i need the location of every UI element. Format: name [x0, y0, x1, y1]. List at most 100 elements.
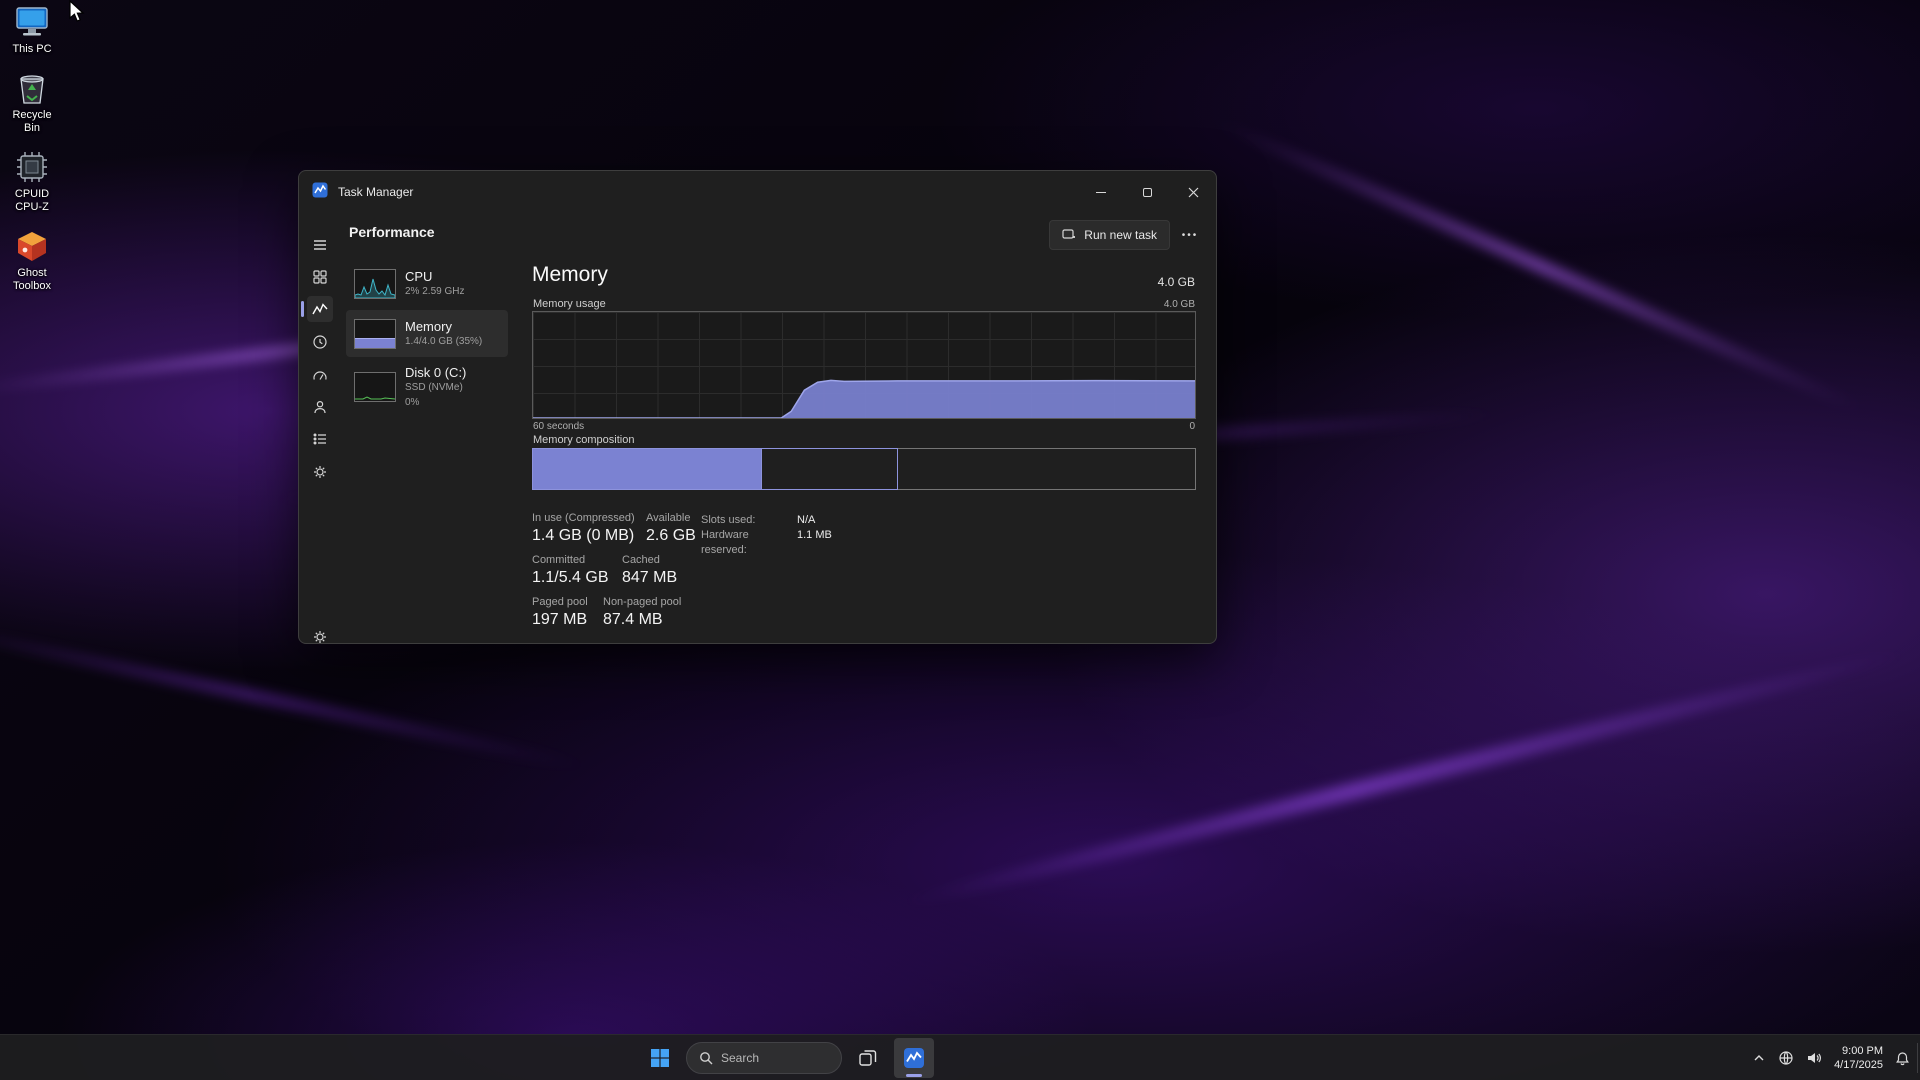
x-axis-right-label: 0: [1189, 421, 1195, 432]
memory-usage-axis-max: 4.0 GB: [1164, 299, 1195, 310]
memory-composition-bar[interactable]: [532, 448, 1196, 490]
stat-in-use: In use (Compressed) 1.4 GB (0 MB): [532, 511, 635, 543]
rail-item-performance[interactable]: [307, 296, 333, 322]
mouse-cursor: [68, 0, 86, 29]
tray-time: 9:00 PM: [1834, 1044, 1883, 1058]
window-titlebar[interactable]: Task Manager: [299, 171, 1216, 213]
sidebar-item-cpu[interactable]: CPU 2% 2.59 GHz: [346, 261, 508, 307]
desktop-icon-label: Recycle Bin: [3, 109, 61, 135]
this-pc-icon: [13, 4, 51, 40]
memory-panel-title: Memory: [532, 263, 608, 287]
desktop-icon-label: This PC: [12, 43, 51, 56]
grid-icon: [312, 269, 328, 285]
desktop-icon-label: Ghost Toolbox: [3, 267, 61, 293]
navigation-rail: [299, 213, 341, 643]
memory-panel: Memory 4.0 GB Memory usage 4.0 GB 60 sec…: [532, 213, 1197, 643]
taskbar: 9:00 PM 4/17/2025: [0, 1034, 1920, 1080]
rail-item-users[interactable]: [307, 394, 333, 420]
recycle-bin-icon: [13, 70, 51, 106]
ghost-toolbox-icon: [13, 228, 51, 264]
memory-mini-graph-fill: [355, 338, 395, 348]
window-title: Task Manager: [338, 185, 413, 199]
sidebar-disk-detail: SSD (NVMe): [405, 381, 466, 394]
memory-usage-area-chart: [533, 312, 1195, 418]
maximize-button[interactable]: [1124, 171, 1170, 213]
stat-nonpaged-pool: Non-paged pool 87.4 MB: [603, 595, 681, 627]
rail-item-details[interactable]: [307, 426, 333, 452]
sidebar-memory-detail: 1.4/4.0 GB (35%): [405, 335, 482, 348]
maximize-icon: [1143, 188, 1152, 197]
tray-date: 4/17/2025: [1834, 1058, 1883, 1072]
task-view-icon: [858, 1048, 878, 1068]
task-manager-app-icon: [312, 182, 328, 203]
bell-icon: [1895, 1051, 1910, 1066]
taskbar-item-task-manager[interactable]: [894, 1038, 934, 1078]
composition-segment-standby: [762, 448, 898, 490]
rail-item-services[interactable]: [307, 459, 333, 485]
hamburger-icon: [312, 237, 328, 253]
notifications-button[interactable]: [1895, 1051, 1910, 1066]
rail-item-startup-apps[interactable]: [307, 362, 333, 388]
wallpaper-streak: [894, 643, 1917, 913]
search-input[interactable]: [721, 1051, 821, 1065]
stat-committed: Committed 1.1/5.4 GB: [532, 553, 609, 585]
composition-segment-free: [898, 448, 1196, 490]
rail-item-processes[interactable]: [307, 264, 333, 290]
people-icon: [312, 399, 328, 415]
close-icon: [1188, 187, 1199, 198]
sidebar-item-disk0[interactable]: Disk 0 (C:) SSD (NVMe) 0%: [346, 361, 508, 413]
memory-total: 4.0 GB: [1158, 275, 1195, 289]
windows-logo-icon: [650, 1048, 670, 1068]
navigation-menu-button[interactable]: [307, 232, 333, 258]
taskbar-search[interactable]: [686, 1042, 842, 1074]
rail-item-settings[interactable]: [307, 624, 333, 644]
memory-composition-label: Memory composition: [533, 434, 634, 446]
close-button[interactable]: [1170, 171, 1216, 213]
stat-available: Available 2.6 GB: [646, 511, 696, 543]
task-manager-window: Task Manager: [298, 170, 1217, 644]
cpu-z-icon: [13, 149, 51, 185]
history-clock-icon: [312, 334, 328, 350]
speaker-icon: [1806, 1050, 1822, 1066]
disk-mini-graph: [354, 372, 396, 402]
network-globe-icon: [1778, 1050, 1794, 1066]
memory-mini-graph: [354, 319, 396, 349]
stat-slots-hardware: Slots used: N/A Hardware reserved: 1.1 M…: [701, 513, 832, 558]
start-button[interactable]: [640, 1038, 680, 1078]
selected-rail-indicator: [301, 301, 304, 317]
detail-list-icon: [312, 431, 328, 447]
sidebar-cpu-detail: 2% 2.59 GHz: [405, 285, 464, 298]
page-title: Performance: [349, 224, 435, 240]
services-gear-icon: [312, 464, 328, 480]
sidebar-cpu-name: CPU: [405, 270, 464, 283]
chevron-up-icon: [1752, 1051, 1766, 1065]
desktop-icon-this-pc[interactable]: This PC: [0, 4, 64, 56]
x-axis-left-label: 60 seconds: [533, 421, 584, 432]
task-manager-icon: [903, 1047, 925, 1069]
composition-segment-in-use: [532, 448, 762, 490]
wallpaper-streak: [1209, 114, 1872, 418]
network-button[interactable]: [1778, 1050, 1794, 1066]
stat-paged-pool: Paged pool 197 MB: [532, 595, 588, 627]
task-view-button[interactable]: [848, 1038, 888, 1078]
rail-item-app-history[interactable]: [307, 329, 333, 355]
search-icon: [699, 1051, 713, 1065]
desktop-icon-ghost-toolbox[interactable]: Ghost Toolbox: [0, 228, 64, 293]
minimize-button[interactable]: [1078, 171, 1124, 213]
settings-gear-icon: [312, 629, 328, 644]
memory-usage-graph[interactable]: [532, 311, 1196, 419]
sidebar-item-memory[interactable]: Memory 1.4/4.0 GB (35%): [346, 310, 508, 357]
desktop-icon-recycle-bin[interactable]: Recycle Bin: [0, 70, 64, 135]
clock[interactable]: 9:00 PM 4/17/2025: [1834, 1044, 1883, 1072]
desktop-icon-list: This PC Recycle Bin CPUID CPU-Z: [0, 4, 64, 293]
stat-cached: Cached 847 MB: [622, 553, 677, 585]
sidebar-disk-name: Disk 0 (C:): [405, 366, 466, 379]
sidebar-disk-detail2: 0%: [405, 396, 466, 409]
desktop-icon-cpu-z[interactable]: CPUID CPU-Z: [0, 149, 64, 214]
minimize-icon: [1096, 192, 1106, 193]
memory-usage-label: Memory usage: [533, 298, 606, 310]
cpu-mini-graph: [354, 269, 396, 299]
tray-chevron-button[interactable]: [1752, 1051, 1766, 1065]
volume-button[interactable]: [1806, 1050, 1822, 1066]
desktop-icon-label: CPUID CPU-Z: [3, 188, 61, 214]
